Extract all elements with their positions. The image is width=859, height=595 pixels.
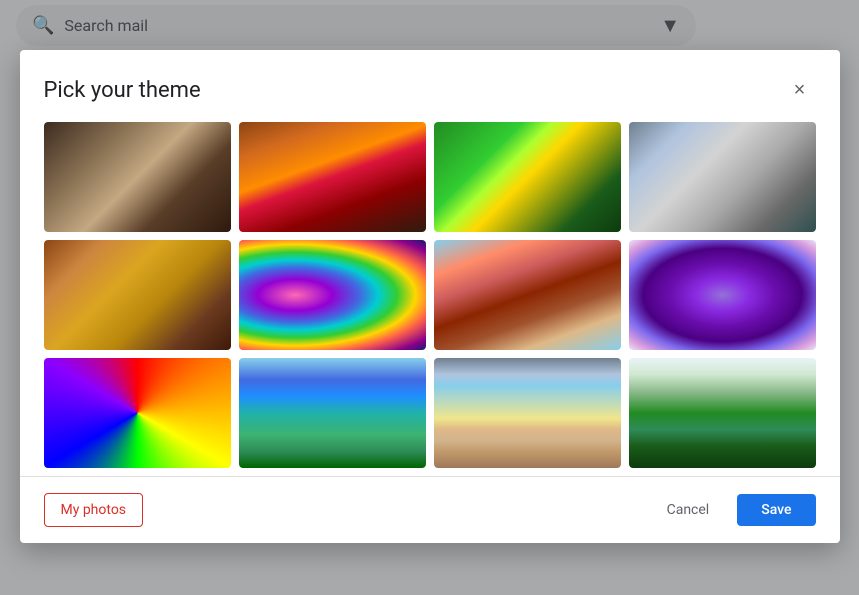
my-photos-button[interactable]: My photos [44,493,144,527]
dialog-overlay: Pick your theme × My photos Cancel Save [0,0,859,595]
theme-item-pipes[interactable] [629,122,816,232]
theme-item-bokeh[interactable] [239,240,426,350]
theme-item-lake[interactable] [239,358,426,468]
save-button[interactable]: Save [737,494,815,526]
theme-item-horseshoe[interactable] [434,240,621,350]
theme-item-jellyfish[interactable] [629,240,816,350]
theme-picker-dialog: Pick your theme × My photos Cancel Save [20,50,840,543]
close-button[interactable]: × [784,74,816,106]
theme-item-canyon[interactable] [239,122,426,232]
dialog-header: Pick your theme × [20,50,840,122]
theme-item-swirl[interactable] [44,358,231,468]
dialog-footer: My photos Cancel Save [20,476,840,543]
theme-item-beach[interactable] [434,358,621,468]
theme-item-caterpillar[interactable] [434,122,621,232]
cancel-button[interactable]: Cancel [651,494,726,526]
theme-item-leaves[interactable] [44,240,231,350]
theme-item-forest[interactable] [629,358,816,468]
footer-actions: Cancel Save [651,494,816,526]
dialog-title: Pick your theme [44,78,201,103]
theme-grid [44,122,816,476]
theme-item-chess[interactable] [44,122,231,232]
theme-grid-container [20,122,840,476]
